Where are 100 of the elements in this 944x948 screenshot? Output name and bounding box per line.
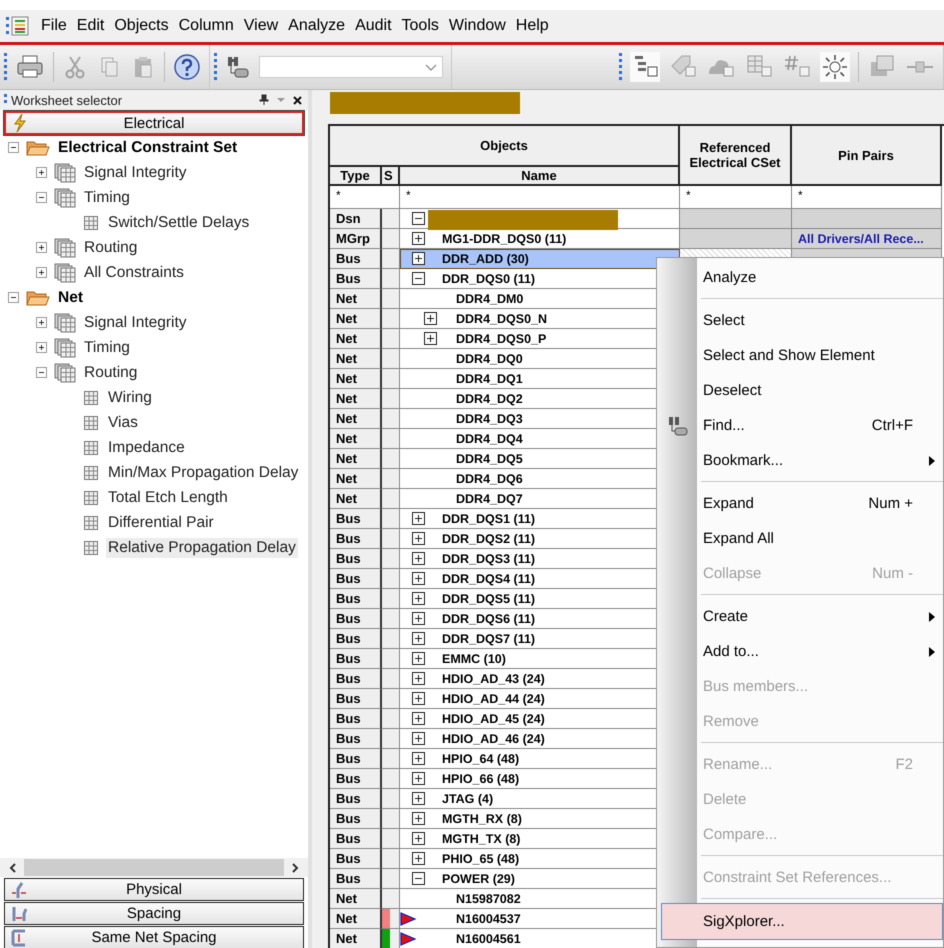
type-cell: Bus	[330, 869, 382, 889]
expand-icon[interactable]	[412, 712, 425, 725]
expand-icon[interactable]	[412, 672, 425, 685]
tree-item[interactable]: Vias	[106, 412, 140, 432]
tree-item[interactable]: Min/Max Propagation Delay	[106, 462, 300, 482]
expand-icon[interactable]	[412, 732, 425, 745]
sun-icon[interactable]	[820, 52, 850, 82]
expand-icon[interactable]	[412, 592, 425, 605]
worksheet-stack-icon	[54, 338, 76, 358]
scroll-left-icon[interactable]	[8, 862, 18, 874]
expand-icon[interactable]	[412, 252, 425, 265]
menu-item[interactable]: Audit	[350, 17, 397, 35]
tree-item[interactable]: Relative Propagation Delay	[106, 538, 298, 558]
worksheet-tab[interactable]: Same Net Spacing	[4, 926, 304, 948]
object-name: MGTH_TX (8)	[442, 832, 520, 846]
tree-item[interactable]: Routing	[82, 238, 140, 258]
expand-icon[interactable]	[412, 232, 425, 245]
expand-icon[interactable]	[412, 512, 425, 525]
expand-icon[interactable]	[36, 167, 47, 178]
object-name: DDR4_DM0	[456, 292, 524, 306]
pin-icon[interactable]	[259, 94, 269, 106]
tree-item[interactable]: Timing	[82, 188, 132, 208]
print-icon[interactable]	[15, 54, 45, 80]
tree-item[interactable]: Net	[56, 288, 85, 308]
tree-item[interactable]: Timing	[82, 338, 132, 358]
status-cell	[382, 829, 400, 849]
worksheet-tab[interactable]: Physical	[4, 878, 304, 901]
worksheet-tab[interactable]: Electrical	[4, 111, 304, 135]
pin-pairs-value[interactable]: All Drivers/All Rece...	[792, 232, 924, 246]
collapse-icon[interactable]	[412, 872, 425, 885]
column-header[interactable]: S	[382, 167, 400, 186]
tree-item[interactable]: All Constraints	[82, 262, 186, 282]
status-cell	[382, 549, 400, 569]
expand-icon[interactable]	[412, 572, 425, 585]
type-cell: Bus	[330, 589, 382, 609]
status-cell	[382, 389, 400, 409]
collapse-icon[interactable]	[36, 192, 47, 203]
object-name: DDR4_DQ4	[456, 432, 523, 446]
object-name: HDIO_AD_44 (24)	[442, 692, 545, 706]
close-icon[interactable]	[293, 96, 302, 104]
expand-icon[interactable]	[412, 692, 425, 705]
expand-icon[interactable]	[412, 632, 425, 645]
menu-item[interactable]: Objects	[109, 17, 174, 35]
tree-item[interactable]: Wiring	[106, 388, 154, 408]
expand-icon[interactable]	[412, 552, 425, 565]
expand-icon[interactable]	[412, 752, 425, 765]
name-cell[interactable]: DDR_ADD (30)	[400, 249, 680, 269]
tree-item[interactable]: Total Etch Length	[106, 488, 230, 508]
context-menu-item[interactable]: SigXplorer...	[661, 903, 943, 940]
tree-item[interactable]: Routing	[82, 362, 140, 382]
scroll-right-icon[interactable]	[290, 862, 300, 874]
expand-icon[interactable]	[412, 532, 425, 545]
tree-item[interactable]: Signal Integrity	[82, 162, 189, 182]
expand-icon[interactable]	[36, 242, 47, 253]
collapse-icon[interactable]	[8, 142, 19, 153]
column-header[interactable]: Pin Pairs	[792, 126, 942, 186]
scrollbar-thumb[interactable]	[24, 859, 284, 876]
worksheet-tab[interactable]: Spacing	[4, 902, 304, 925]
expand-icon[interactable]	[424, 332, 437, 345]
menu-item[interactable]: Help	[510, 17, 554, 35]
status-cell	[382, 749, 400, 769]
object-name: DDR_DQS5 (11)	[442, 592, 536, 606]
menu-item[interactable]: Window	[444, 17, 511, 35]
type-cell: Bus	[330, 789, 382, 809]
list-icon[interactable]	[630, 52, 660, 82]
help-icon[interactable]	[173, 53, 201, 81]
expand-icon[interactable]	[412, 792, 425, 805]
tree-item[interactable]: Impedance	[106, 438, 187, 458]
filter-cell[interactable]: *	[400, 186, 680, 209]
menu-item[interactable]: Edit	[72, 17, 110, 35]
tree-item[interactable]: Differential Pair	[106, 512, 216, 532]
expand-icon[interactable]	[36, 267, 47, 278]
expand-icon[interactable]	[412, 772, 425, 785]
menu-item[interactable]: Tools	[396, 17, 444, 35]
column-header[interactable]: Name	[400, 167, 680, 186]
expand-icon[interactable]	[36, 342, 47, 353]
collapse-icon[interactable]	[8, 292, 19, 303]
expand-icon[interactable]	[412, 852, 425, 865]
status-cell	[382, 649, 400, 669]
collapse-icon[interactable]	[412, 272, 425, 285]
menu-item[interactable]: Column	[174, 17, 239, 35]
expand-icon[interactable]	[412, 652, 425, 665]
tree-item[interactable]: Signal Integrity	[82, 312, 189, 332]
expand-icon[interactable]	[412, 812, 425, 825]
tree-item[interactable]: Electrical Constraint Set	[56, 138, 240, 158]
menu-item[interactable]: File	[36, 17, 72, 35]
menu-item[interactable]: Analyze	[283, 17, 350, 35]
tree-item[interactable]: Switch/Settle Delays	[106, 212, 252, 232]
collapse-icon[interactable]	[412, 212, 425, 225]
find-icon[interactable]	[225, 54, 251, 80]
expand-icon[interactable]	[424, 312, 437, 325]
menu-item[interactable]: View	[238, 17, 284, 35]
column-header[interactable]: Type	[330, 167, 382, 186]
object-name: HPIO_66 (48)	[442, 772, 520, 786]
expand-icon[interactable]	[36, 317, 47, 328]
column-header[interactable]: Referenced Electrical CSet	[680, 126, 792, 186]
status-cell	[382, 229, 400, 249]
expand-icon[interactable]	[412, 832, 425, 845]
collapse-icon[interactable]	[36, 367, 47, 378]
expand-icon[interactable]	[412, 612, 425, 625]
